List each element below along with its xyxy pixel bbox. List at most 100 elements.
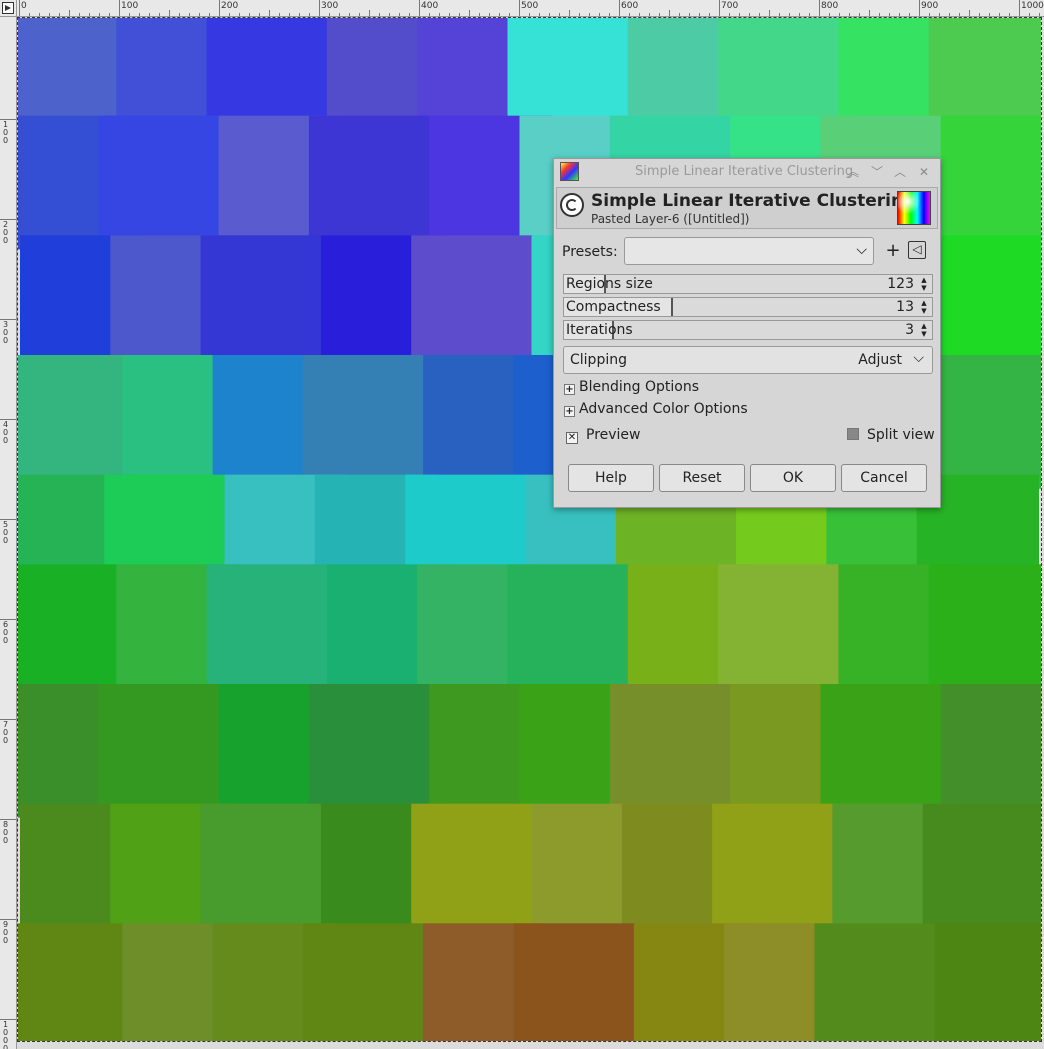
ruler-minor-tick <box>29 13 30 16</box>
ruler-label: 800 <box>3 820 9 845</box>
compactness-label: Compactness <box>566 299 661 315</box>
iterations-spinscale[interactable]: Iterations 3 ▲ ▼ <box>563 320 933 340</box>
presets-combo[interactable]: ⌵ <box>624 237 874 265</box>
ruler-minor-tick <box>49 13 50 16</box>
minimize-icon[interactable]: ﹀ <box>868 163 886 181</box>
chevron-down-icon: ⌵ <box>913 350 924 366</box>
window-title: Simple Linear Iterative Clustering <box>635 164 854 179</box>
ruler-label: 1000 <box>3 1020 9 1049</box>
superpixel-region <box>206 564 329 698</box>
add-preset-icon[interactable]: + <box>883 241 903 261</box>
ruler-minor-tick <box>569 10 570 16</box>
ruler-minor-tick <box>699 13 700 16</box>
ruler-minor-tick <box>759 13 760 16</box>
cancel-button[interactable]: Cancel <box>841 464 927 492</box>
ruler-label: 100 <box>3 120 9 145</box>
ruler-minor-tick <box>839 13 840 16</box>
ruler-minor-tick <box>99 13 100 16</box>
ruler-label: 0 <box>21 1 27 11</box>
ruler-minor-tick <box>579 13 580 16</box>
regions-size-spinscale[interactable]: Regions size 123 ▲ ▼ <box>563 274 933 294</box>
superpixel-region <box>507 564 630 698</box>
ruler-minor-tick <box>209 13 210 16</box>
advanced-color-expander[interactable]: + Advanced Color Options <box>564 401 748 417</box>
horizontal-ruler[interactable]: 0 100 200 300 400 500 600 700 800 900 1000 <box>17 0 1044 17</box>
ruler-minor-tick <box>979 13 980 16</box>
gegl-icon <box>560 193 584 217</box>
compactness-spinscale[interactable]: Compactness 13 ▲ ▼ <box>563 297 933 317</box>
header-title: Simple Linear Iterative Clustering <box>591 191 916 211</box>
ruler-tick <box>419 0 420 16</box>
ruler-tick <box>619 0 620 16</box>
ruler-tick <box>319 0 320 16</box>
compactness-value: 13 <box>896 299 914 315</box>
close-icon[interactable]: ✕ <box>915 163 933 181</box>
superpixel-region <box>308 115 432 250</box>
ruler-minor-tick <box>739 13 740 16</box>
ruler-minor-tick <box>929 13 930 16</box>
ruler-minor-tick <box>789 13 790 16</box>
slic-dialog: Simple Linear Iterative Clustering ︽ ﹀ ︿… <box>553 158 941 508</box>
shade-icon[interactable]: ︽ <box>844 163 862 181</box>
split-view-checkbox[interactable]: Split view <box>847 427 935 443</box>
ruler-minor-tick <box>459 13 460 16</box>
vertical-ruler[interactable]: 100 200 300 400 500 600 700 800 900 1000 <box>0 17 17 1049</box>
blending-options-expander[interactable]: + Blending Options <box>564 379 699 395</box>
superpixel-region <box>718 564 841 698</box>
ruler-minor-tick <box>69 10 70 16</box>
dialog-titlebar[interactable]: Simple Linear Iterative Clustering ︽ ﹀ ︿… <box>554 159 940 185</box>
superpixel-region <box>206 18 329 130</box>
ruler-minor-tick <box>799 13 800 16</box>
ruler-minor-tick <box>1029 13 1030 16</box>
ruler-minor-tick <box>769 10 770 16</box>
preview-check-icon: ✕ <box>566 432 578 444</box>
superpixel-region <box>98 684 221 818</box>
ruler-label: 900 <box>921 1 939 11</box>
ruler-minor-tick <box>899 13 900 16</box>
superpixel-region <box>302 355 426 489</box>
help-button[interactable]: Help <box>568 464 654 492</box>
superpixel-region <box>820 684 943 818</box>
dialog-header: Simple Linear Iterative Clustering Paste… <box>556 187 938 229</box>
ruler-minor-tick <box>259 13 260 16</box>
ruler-minor-tick <box>129 13 130 16</box>
split-view-check-icon <box>847 428 859 440</box>
preset-menu-icon[interactable]: ◁ <box>908 241 926 259</box>
spin-arrows-icon[interactable]: ▲ ▼ <box>918 322 930 338</box>
ruler-minor-tick <box>309 13 310 16</box>
superpixel-region <box>18 355 125 489</box>
ruler-minor-tick <box>559 13 560 16</box>
blending-options-label: Blending Options <box>579 379 699 395</box>
ruler-minor-tick <box>639 13 640 16</box>
ruler-minor-tick <box>529 13 530 16</box>
ruler-minor-tick <box>499 13 500 16</box>
ruler-minor-tick <box>89 13 90 16</box>
superpixel-region <box>934 355 1041 489</box>
reset-button[interactable]: Reset <box>659 464 745 492</box>
spin-arrows-icon[interactable]: ▲ ▼ <box>918 276 930 292</box>
ruler-minor-tick <box>679 13 680 16</box>
ok-button[interactable]: OK <box>750 464 836 492</box>
ruler-minor-tick <box>349 13 350 16</box>
ruler-label: 300 <box>321 1 339 11</box>
ruler-corner[interactable] <box>0 0 17 17</box>
superpixel-region <box>712 803 835 938</box>
spin-arrows-icon[interactable]: ▲ ▼ <box>918 299 930 315</box>
ruler-minor-tick <box>969 10 970 16</box>
ruler-minor-tick <box>199 13 200 16</box>
superpixel-region <box>18 923 125 1041</box>
superpixel-region <box>928 18 1041 130</box>
ruler-minor-tick <box>369 10 370 16</box>
iterations-value: 3 <box>905 322 914 338</box>
maximize-icon[interactable]: ︿ <box>891 163 909 181</box>
ruler-label: 900 <box>3 920 9 945</box>
superpixel-region <box>513 923 636 1041</box>
preview-checkbox[interactable]: ✕ Preview <box>566 427 641 444</box>
ruler-label: 400 <box>3 420 9 445</box>
ruler-minor-tick <box>409 13 410 16</box>
ruler-minor-tick <box>339 13 340 16</box>
ruler-minor-tick <box>909 13 910 16</box>
ruler-label: 300 <box>3 320 9 345</box>
clipping-combo[interactable]: Clipping Adjust ⌵ <box>563 346 933 374</box>
ruler-minor-tick <box>859 13 860 16</box>
